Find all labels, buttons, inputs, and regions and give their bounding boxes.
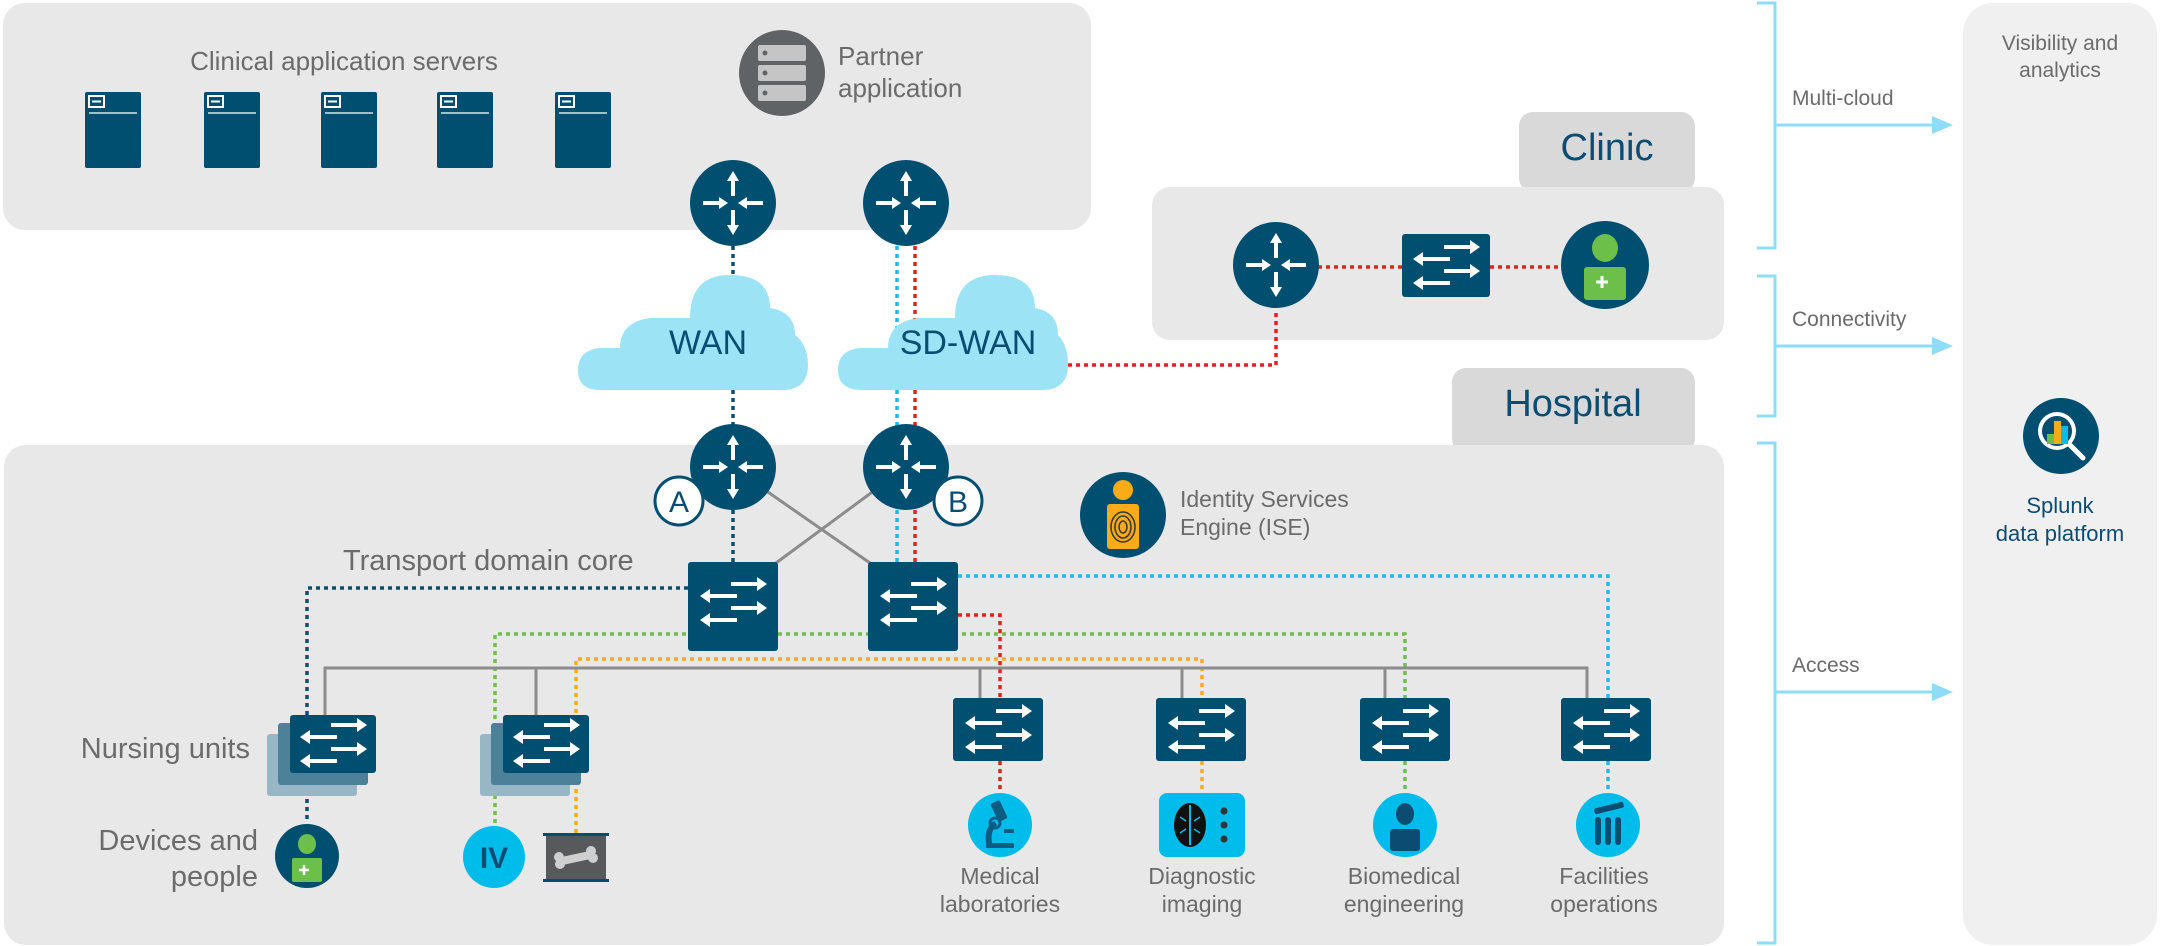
sdwan-cloud: SD-WAN [838,275,1068,390]
partner-label-line1: Partner [838,41,924,71]
layer-label-multicloud: Multi-cloud [1792,87,1894,110]
splunk-panel [1963,3,2157,945]
svg-text:A: A [669,486,689,519]
devices-label-line2: people [171,861,258,893]
arrow-connectivity-icon [1932,337,1953,355]
layer-label-connectivity: Connectivity [1792,308,1907,331]
servers-label: Clinical application servers [190,46,498,76]
arrow-access-icon [1932,683,1953,701]
ise-icon [1080,472,1166,558]
server-icon [437,92,493,168]
xray-bone-icon [543,833,609,882]
router-clinic [1233,222,1319,308]
ise-label-line1: Identity Services [1180,486,1349,512]
server-icon [85,92,141,168]
partner-application-icon [739,30,825,116]
endpoint-label-line1: Diagnostic [1148,863,1255,889]
badge-a: A [653,475,705,527]
core-label: Transport domain core [343,545,634,577]
bracket-connectivity [1757,274,1777,418]
test-tubes-icon [1576,793,1640,857]
access-switch-stack [480,715,589,796]
sdwan-label: SD-WAN [900,324,1037,362]
arrow-multicloud-icon [1932,116,1953,134]
endpoint-label-line1: Facilities [1559,863,1648,889]
switch-biomedical [1360,698,1450,761]
biomedical-person-icon [1373,793,1437,857]
splunk-header-line1: Visibility and [2002,32,2118,55]
endpoint-label-line2: engineering [1344,891,1464,917]
bracket-access [1757,441,1777,945]
patient-person-icon [275,824,339,888]
switch-diagnostic-imaging [1156,698,1246,761]
splunk-header-line2: analytics [2019,59,2101,82]
core-switch-a [688,562,778,651]
iv-pump-icon: IV [463,826,525,888]
partner-label-line2: application [838,73,962,103]
svg-text:IV: IV [480,842,508,875]
server-icon [204,92,260,168]
splunk-label-line2: data platform [1996,521,2124,546]
nursing-label: Nursing units [81,733,250,765]
switch-medical-labs [953,698,1043,761]
network-diagram: Clinic Hospital Clinical application ser… [3,1,2157,945]
layer-brackets [1757,1,1953,945]
server-icon [555,92,611,168]
core-switch-b [868,562,958,651]
devices-label-line1: Devices and [98,825,258,857]
switch-facilities [1561,698,1651,761]
wan-label: WAN [669,324,747,362]
clinic-person-icon [1561,221,1649,309]
layer-label-access: Access [1792,654,1860,677]
endpoint-label-line2: imaging [1162,891,1243,917]
svg-text:B: B [948,486,968,519]
endpoint-label-line1: Biomedical [1348,863,1461,889]
router-wan-top [690,160,776,246]
wan-cloud: WAN [578,275,808,390]
endpoint-label-line1: Medical [960,863,1039,889]
bracket-multicloud [1757,1,1777,250]
switch-clinic [1402,234,1490,297]
hospital-panel [4,445,1724,945]
router-sdwan-top [863,160,949,246]
microscope-icon [968,793,1032,857]
brain-scan-icon [1159,793,1245,857]
endpoint-label-line2: operations [1550,891,1657,917]
nursing-switch-stack [267,715,376,796]
hospital-label: Hospital [1504,383,1641,425]
endpoint-label-line2: laboratories [940,891,1060,917]
splunk-label-line1: Splunk [2026,493,2094,518]
server-icon [321,92,377,168]
ise-label-line2: Engine (ISE) [1180,514,1310,540]
clinic-label: Clinic [1561,127,1654,169]
splunk-search-analytics-icon [2023,398,2099,474]
badge-b: B [932,475,984,527]
